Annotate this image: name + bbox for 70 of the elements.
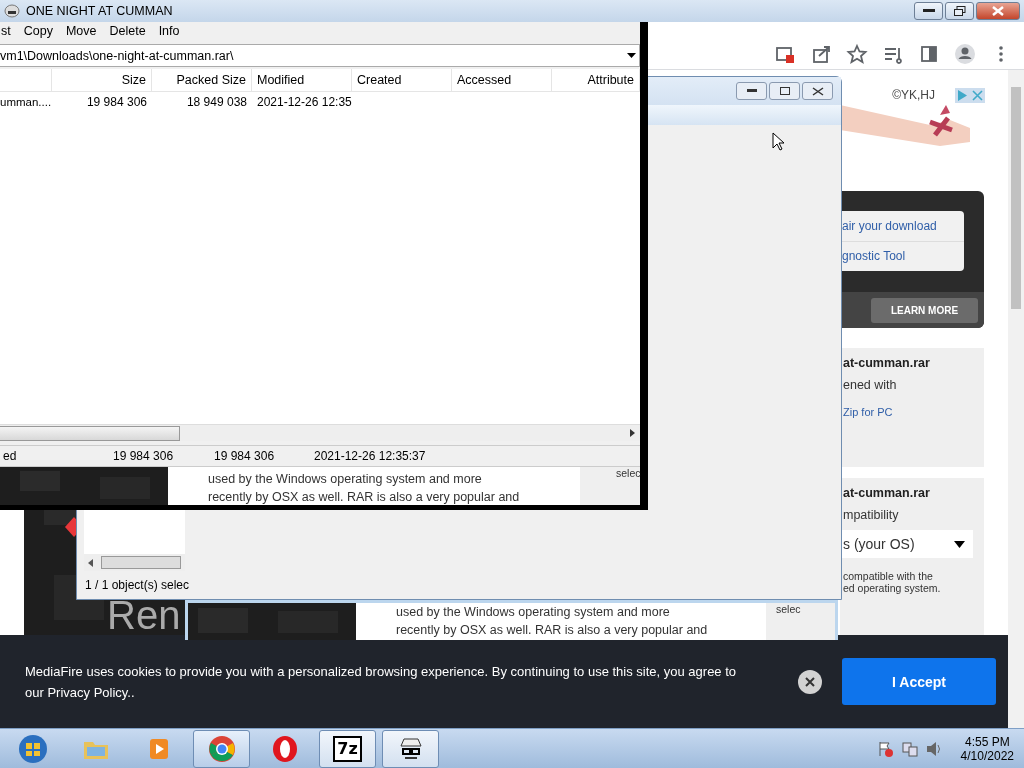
close-icon: [992, 6, 1004, 16]
close-button[interactable]: [976, 2, 1020, 20]
maximize-button[interactable]: [769, 82, 800, 100]
cookie-text: MediaFire uses cookies to provide you with a personalized browsing experience. By continuing to use this site, you agree to our Privacy Policy..: [25, 662, 738, 702]
menu-item[interactable]: Delete: [108, 24, 147, 38]
side-text: selec: [616, 467, 641, 479]
card-text: mpatibility: [843, 508, 900, 522]
share-icon[interactable]: [810, 43, 832, 65]
description-text: recently by OSX as well. RAR is also a very popular and: [396, 622, 709, 639]
right-arrow-icon[interactable]: [630, 429, 635, 437]
minimize-icon: [922, 9, 935, 13]
restore-icon: [953, 6, 966, 16]
caret-icon: [627, 53, 636, 58]
scrollbar[interactable]: [0, 424, 640, 441]
column-header[interactable]: Size: [52, 69, 152, 91]
network-icon[interactable]: [900, 739, 919, 758]
star-icon[interactable]: [846, 43, 868, 65]
column-header[interactable]: Created: [352, 69, 452, 91]
table-cell-text: 2021-12-26 12:35: [256, 93, 352, 111]
close-button[interactable]: [802, 82, 833, 100]
flag-icon[interactable]: [876, 739, 895, 758]
restore-button[interactable]: [945, 2, 974, 20]
column-header[interactable]: Accessed: [452, 69, 552, 91]
path-field[interactable]: vm1\Downloads\one-night-at-cumman.rar\: [0, 44, 640, 67]
column-header[interactable]: Attribute: [552, 69, 640, 91]
menu-item[interactable]: Copy: [22, 24, 54, 38]
repair-link[interactable]: air your download: [840, 211, 964, 241]
column-header[interactable]: Modified: [252, 69, 352, 91]
accept-button[interactable]: I Accept: [842, 658, 996, 705]
chrome-icon: [206, 733, 237, 764]
status-text: 19 984 306: [112, 449, 175, 463]
scrollbar[interactable]: [1008, 70, 1024, 728]
compat-note: ed operating system.: [843, 582, 942, 594]
os-select[interactable]: s (your OS): [840, 530, 973, 558]
file-name: at-cumman.rar: [843, 356, 931, 370]
cursor-icon: [772, 132, 786, 152]
close-icon: [811, 86, 824, 96]
start-icon: [17, 733, 48, 764]
app-link[interactable]: Zip for PC: [843, 406, 984, 418]
app-icon: [4, 4, 20, 18]
side-panel-icon[interactable]: [918, 43, 940, 65]
menu-item[interactable]: Info: [157, 24, 181, 38]
card-text: ened with: [843, 378, 898, 392]
side-text: selec: [776, 603, 801, 615]
close-icon[interactable]: [798, 669, 822, 694]
minimize-button[interactable]: [914, 2, 943, 20]
table-cell-text: 18 949 038: [185, 93, 248, 111]
caret-icon: [954, 540, 965, 548]
column-header[interactable]: Packed Size: [152, 69, 252, 91]
window-title: ONE NIGHT AT CUMMAN: [26, 4, 174, 18]
file-name: at-cumman.rar: [843, 486, 931, 500]
learn-more-button[interactable]: LEARN MORE: [871, 297, 978, 323]
clock[interactable]: 4:55 PM 4/10/2022: [960, 734, 1014, 763]
minimize-button[interactable]: [736, 82, 767, 100]
taskbar-button[interactable]: [382, 729, 439, 768]
taskbar-button[interactable]: 7z: [319, 729, 376, 768]
menu-item[interactable]: Move: [64, 24, 98, 38]
minimize-icon: [746, 89, 757, 93]
status-text: ed: [2, 449, 18, 463]
description-text: used by the Windows operating system and more: [396, 604, 671, 621]
volume-icon[interactable]: [924, 739, 943, 758]
compat-note: compatible with the: [843, 570, 934, 582]
table-cell-text: 19 984 306: [85, 93, 148, 111]
ad-credit: ©YK,HJ: [892, 88, 935, 102]
maximize-icon: [779, 87, 790, 95]
table-cell-text: umman....: [0, 94, 52, 110]
status-text: 19 984 306: [213, 449, 276, 463]
profile-icon[interactable]: [954, 43, 976, 65]
status-text: 2021-12-26 12:35:37: [313, 449, 427, 463]
menu-item[interactable]: st: [0, 24, 12, 38]
